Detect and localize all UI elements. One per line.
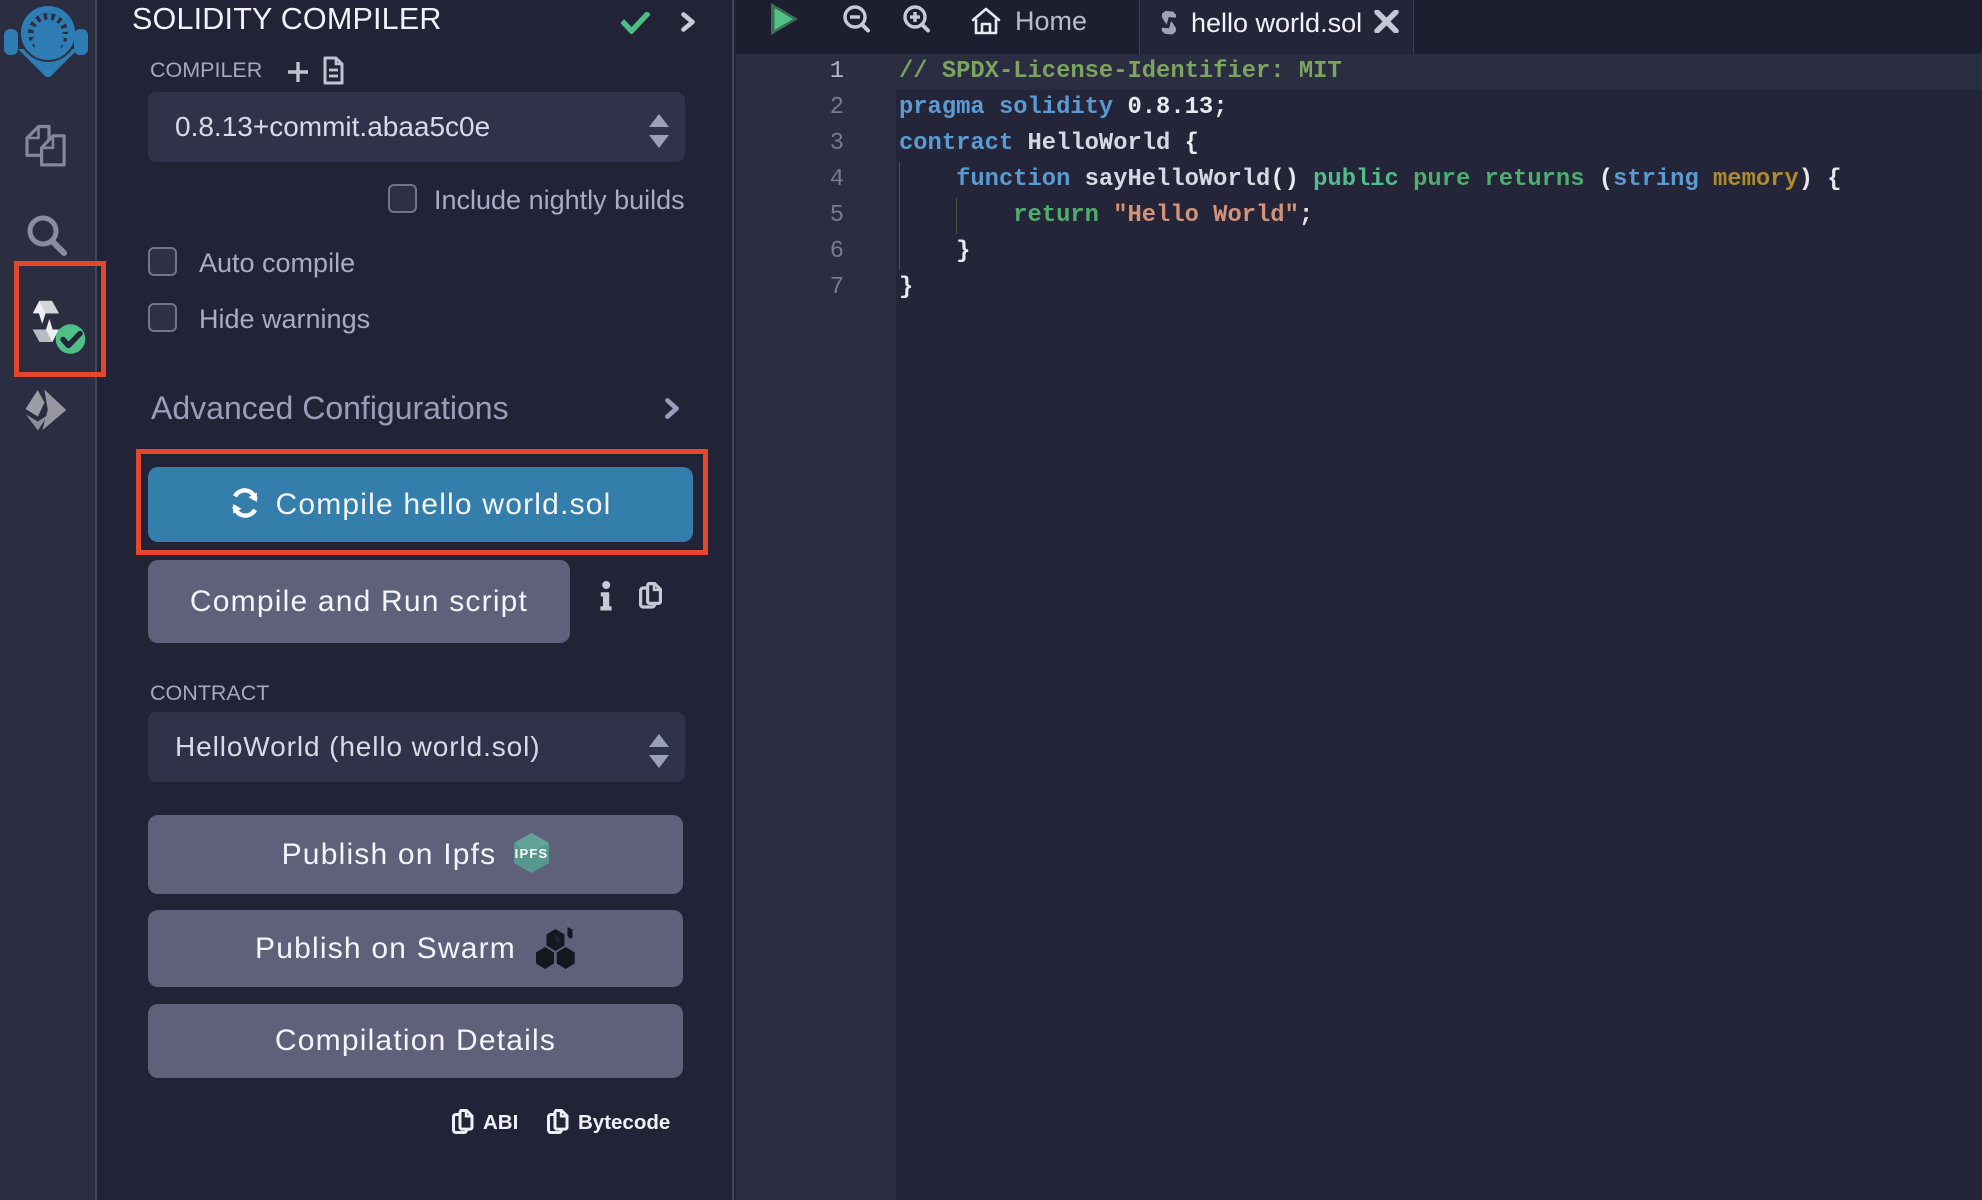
svg-text:IPFS: IPFS [515,846,549,861]
